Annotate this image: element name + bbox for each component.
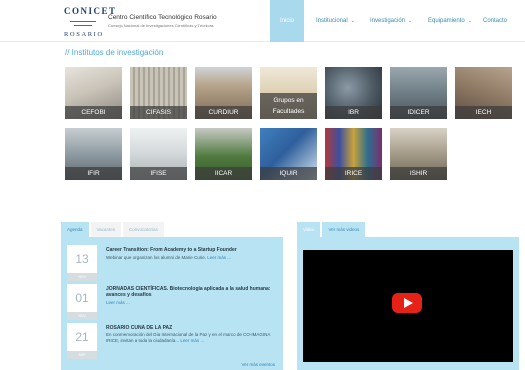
logo-emblem-icon (64, 18, 104, 30)
event-day: 01 (75, 291, 89, 305)
event-date: 01 NOV (67, 284, 97, 320)
event-title[interactable]: Career Transition: From Academy to a Sta… (106, 247, 276, 253)
institute-tile-ishir[interactable]: ISHIR (390, 128, 447, 180)
tab-vacantes[interactable]: Vacantes (90, 222, 121, 237)
institute-label: Grupos en Facultades (260, 93, 317, 119)
nav-contacto[interactable]: Contacto (475, 0, 515, 42)
nav-institucional[interactable]: Institucional ⌄ (308, 0, 363, 42)
youtube-play-icon[interactable] (392, 293, 422, 313)
read-more-link[interactable]: Leer más ... (106, 300, 130, 305)
read-more-link[interactable]: Leer más ... (207, 255, 231, 260)
tab-agenda[interactable]: Agenda (61, 222, 89, 237)
event-item[interactable]: 01 NOV JORNADAS CIENTÍFICAS. Biotecnolog… (67, 284, 279, 324)
event-text: En conmemoración del Día Internacional d… (106, 332, 276, 344)
institute-label: IBR (325, 106, 382, 119)
read-more-link[interactable]: Leer más ... (180, 338, 204, 343)
nav-equipamiento[interactable]: Equipamiento ⌄ (420, 0, 480, 42)
chevron-down-icon: ⌄ (350, 18, 355, 24)
section-title: // Institutos de investigación (65, 48, 164, 57)
brand-title: Centro Científico Tecnológico Rosario (108, 14, 217, 21)
tab-convocatorias[interactable]: Convocatorias (122, 222, 164, 237)
event-date: 13 NOV (67, 245, 97, 281)
event-month: NOV (67, 273, 97, 281)
video-container (297, 237, 519, 370)
event-text: Leer más ... (106, 300, 276, 306)
agenda-list: 13 NOV Career Transition: From Academy t… (61, 237, 283, 370)
nav-inicio[interactable]: Inicio (270, 0, 304, 42)
event-item[interactable]: 13 NOV Career Transition: From Academy t… (67, 245, 279, 285)
institute-tile-grupos[interactable]: Grupos en Facultades (260, 67, 317, 119)
nav-inicio-label: Inicio (279, 18, 294, 24)
chevron-down-icon: ⌄ (467, 18, 472, 24)
event-title[interactable]: ROSARIO CUNA DE LA PAZ (106, 325, 276, 331)
site-header: CONICET ROSARIO Centro Científico Tecnol… (0, 0, 525, 42)
institute-label: IECH (455, 106, 512, 119)
institute-tile-iech[interactable]: IECH (455, 67, 512, 119)
event-month: SEP (67, 351, 97, 359)
institute-tile-iquir[interactable]: IQUIR (260, 128, 317, 180)
institute-tile-idicer[interactable]: IDICER (390, 67, 447, 119)
institute-tile-irice[interactable]: IRICE (325, 128, 382, 180)
nav-contacto-label: Contacto (483, 18, 508, 24)
nav-investigacion-label: Investigación (370, 18, 406, 24)
agenda-panel: Agenda Vacantes Convocatorias 13 NOV Car… (61, 222, 283, 370)
event-title[interactable]: JORNADAS CIENTÍFICAS. Biotecnología apli… (106, 286, 276, 298)
logo-bottom-text: ROSARIO (64, 31, 104, 38)
event-date: 21 SEP (67, 323, 97, 359)
see-more-events-link[interactable]: Ver más eventos (241, 362, 275, 367)
institute-label: IICAR (195, 167, 252, 180)
tab-more-videos[interactable]: Ver más videos (322, 222, 366, 237)
institute-label: IRICE (325, 167, 382, 180)
event-day: 21 (75, 330, 89, 344)
nav-equipamiento-label: Equipamiento (428, 18, 465, 24)
institute-label: CIFASIS (130, 106, 187, 119)
video-tabs: Video Ver más videos (297, 222, 519, 237)
institute-label: IDICER (390, 106, 447, 119)
conicet-logo[interactable]: CONICET ROSARIO (64, 6, 117, 40)
event-description: Webinar que organizan los alumni de Mari… (106, 255, 206, 260)
brand-subtitle: Consejo Nacional de Investigaciones Cien… (108, 23, 214, 28)
institute-tile-cefobi[interactable]: CEFOBI (65, 67, 122, 119)
institute-label: IQUIR (260, 167, 317, 180)
video-panel: Video Ver más videos (297, 222, 519, 370)
institute-label: ISHIR (390, 167, 447, 180)
institute-label: CEFOBI (65, 106, 122, 119)
event-month: NOV (67, 312, 97, 320)
institute-tile-ifise[interactable]: IFISE (130, 128, 187, 180)
institute-tile-curdiur[interactable]: CURDIUR (195, 67, 252, 119)
logo-top-text: CONICET (64, 6, 117, 16)
institute-label: CURDIUR (195, 106, 252, 119)
event-day: 13 (75, 252, 89, 266)
institute-tile-ibr[interactable]: IBR (325, 67, 382, 119)
event-text: Webinar que organizan los alumni de Mari… (106, 255, 276, 261)
tab-video[interactable]: Video (297, 222, 321, 237)
brand: Centro Científico Tecnológico Rosario Co… (108, 14, 217, 28)
institute-label: IFISE (130, 167, 187, 180)
nav-institucional-label: Institucional (316, 18, 348, 24)
nav-investigacion[interactable]: Investigación ⌄ (362, 0, 420, 42)
institute-tile-cifasis[interactable]: CIFASIS (130, 67, 187, 119)
video-player[interactable] (303, 250, 513, 362)
institute-label: IFIR (65, 167, 122, 180)
agenda-tabs: Agenda Vacantes Convocatorias (61, 222, 283, 237)
institute-tile-ifir[interactable]: IFIR (65, 128, 122, 180)
event-item[interactable]: 21 SEP ROSARIO CUNA DE LA PAZ En conmemo… (67, 323, 279, 363)
institute-tile-iicar[interactable]: IICAR (195, 128, 252, 180)
chevron-down-icon: ⌄ (408, 18, 413, 24)
